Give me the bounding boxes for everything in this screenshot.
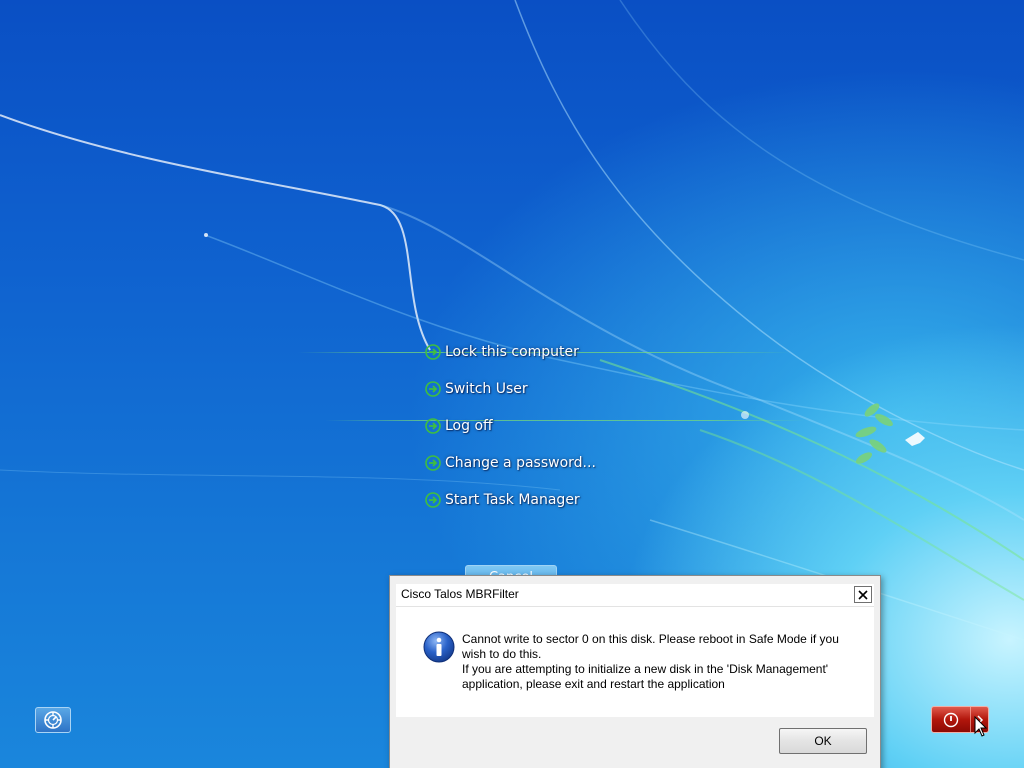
close-icon [858,589,868,600]
dialog-body: Cannot write to sector 0 on this disk. P… [396,607,874,717]
ease-of-access-button[interactable] [35,707,71,733]
option-label: Start Task Manager [445,492,580,508]
dialog-message-line: Cannot write to sector 0 on this disk. P… [462,632,839,661]
option-switch-user[interactable]: Switch User [425,378,528,400]
ok-button[interactable]: OK [779,728,867,754]
option-start-task-manager[interactable]: Start Task Manager [425,489,580,511]
dialog-frame [390,576,880,584]
message-dialog: Cisco Talos MBRFilter Cannot write to se… [389,575,881,768]
close-button[interactable] [854,586,872,603]
ease-of-access-icon [44,711,62,729]
shutdown-button[interactable] [932,707,971,732]
dialog-message-line: If you are attempting to initialize a ne… [462,662,829,691]
green-arrow-icon [425,381,441,397]
option-change-password[interactable]: Change a password... [425,452,596,474]
option-label: Lock this computer [445,344,579,360]
mouse-cursor-icon [974,716,988,737]
green-arrow-icon [425,344,441,360]
power-icon [943,712,959,727]
option-label: Switch User [445,381,528,397]
green-arrow-icon [425,455,441,471]
option-log-off[interactable]: Log off [425,415,493,437]
dialog-message: Cannot write to sector 0 on this disk. P… [462,632,852,692]
dialog-title: Cisco Talos MBRFilter [401,587,519,601]
dialog-titlebar[interactable]: Cisco Talos MBRFilter [396,584,874,607]
green-arrow-icon [425,418,441,434]
info-icon [423,631,455,663]
green-arrow-icon [425,492,441,508]
option-label: Log off [445,418,493,434]
option-label: Change a password... [445,455,596,471]
bird-shape [905,432,925,446]
desktop-background: Lock this computer Switch User Log off C… [0,0,1024,768]
leaf-cluster [855,403,893,464]
decor-line [325,420,805,421]
option-lock-computer[interactable]: Lock this computer [425,341,579,363]
